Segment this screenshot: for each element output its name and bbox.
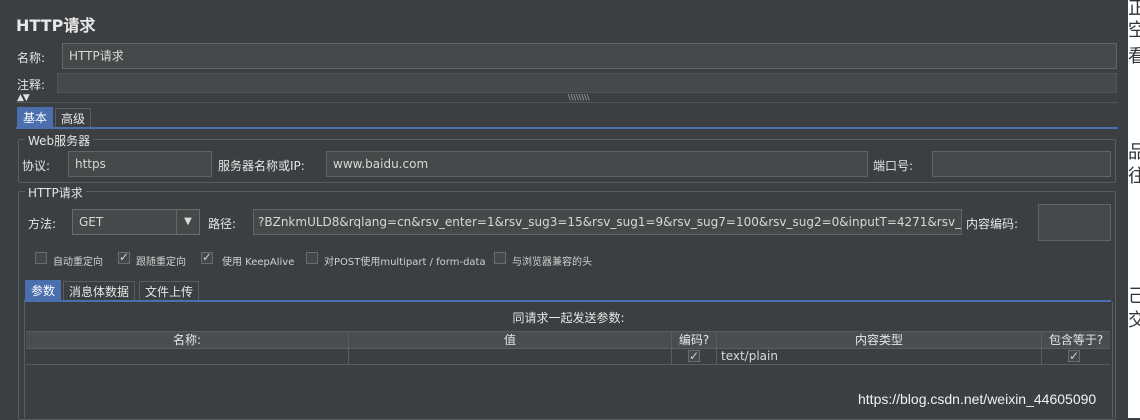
- cell-encode: [672, 348, 717, 364]
- encoding-label: 内容编码:: [966, 217, 1019, 231]
- col-header-name[interactable]: 名称:: [26, 332, 349, 348]
- auto-redirect-checkbox[interactable]: [35, 252, 47, 264]
- encode-checkbox[interactable]: [688, 348, 700, 364]
- side-glyph: 空: [1128, 20, 1140, 41]
- server-label: 服务器名称或IP:: [218, 159, 305, 173]
- tab-parameters[interactable]: 参数: [25, 280, 62, 301]
- tab-body-data[interactable]: 消息体数据: [63, 281, 136, 302]
- cell-content-type[interactable]: text/plain: [717, 348, 1042, 364]
- watermark-text: https://blog.csdn.net/weixin_44605090: [858, 391, 1097, 407]
- browser-headers-checkbox[interactable]: [494, 252, 506, 264]
- name-input[interactable]: HTTP请求: [62, 43, 1117, 69]
- comment-label: 注释:: [17, 78, 46, 92]
- protocol-input[interactable]: https: [68, 151, 212, 177]
- params-caption: 同请求一起发送参数:: [512, 311, 625, 325]
- multipart-checkbox[interactable]: [306, 252, 318, 264]
- tab-file-upload[interactable]: 文件上传: [139, 281, 200, 302]
- browser-headers-label: 与浏览器兼容的头: [512, 257, 592, 268]
- include-equals-checkbox[interactable]: [1068, 348, 1080, 364]
- path-label: 路径:: [208, 217, 237, 231]
- multipart-label: 对POST使用multipart / form-data: [324, 257, 486, 268]
- table-row[interactable]: text/plain: [26, 348, 1110, 365]
- side-glyph: 往: [1128, 166, 1140, 187]
- tab-basic[interactable]: 基本: [17, 107, 54, 128]
- side-glyph: 交: [1128, 310, 1140, 331]
- encoding-input[interactable]: [1038, 204, 1111, 241]
- panel-title: HTTP请求: [16, 16, 96, 35]
- method-label: 方法:: [28, 217, 57, 231]
- chevron-down-icon[interactable]: ▼: [176, 210, 199, 234]
- col-header-value[interactable]: 值: [349, 332, 672, 348]
- params-table-header: 名称: 值 编码? 内容类型 包含等于?: [26, 331, 1110, 349]
- name-label: 名称:: [17, 51, 46, 65]
- side-glyph: 己: [1128, 286, 1140, 307]
- cell-include-equals: [1042, 348, 1110, 364]
- auto-redirect-label: 自动重定向: [53, 257, 103, 268]
- side-glyph: 看: [1128, 46, 1140, 67]
- method-value: GET: [79, 215, 104, 229]
- keepalive-checkbox[interactable]: [201, 250, 213, 264]
- path-input[interactable]: ?BZnkmULD8&rqlang=cn&rsv_enter=1&rsv_sug…: [253, 209, 962, 235]
- keepalive-label: 使用 KeepAlive: [222, 257, 295, 268]
- col-header-content-type[interactable]: 内容类型: [717, 332, 1042, 348]
- cell-value[interactable]: [349, 348, 672, 364]
- comment-input[interactable]: [57, 73, 1117, 93]
- splitter-handle-icon[interactable]: \\\\\\\\: [568, 93, 590, 102]
- col-header-encode[interactable]: 编码?: [672, 332, 717, 348]
- follow-redirect-label: 跟随重定向: [136, 257, 186, 268]
- follow-redirect-checkbox[interactable]: [118, 250, 130, 264]
- col-header-include-equals[interactable]: 包含等于?: [1042, 332, 1110, 348]
- port-label: 端口号:: [873, 159, 914, 173]
- server-input[interactable]: www.baidu.com: [326, 151, 868, 177]
- method-select[interactable]: GET ▼: [72, 209, 200, 235]
- tab-advanced[interactable]: 高级: [55, 108, 92, 129]
- port-input[interactable]: [932, 151, 1111, 177]
- web-server-title: Web服务器: [25, 132, 94, 149]
- side-glyph: 品: [1128, 142, 1140, 163]
- http-request-title: HTTP请求: [25, 184, 86, 201]
- background-window-strip: 正 空 看 品 往 己 交: [1128, 0, 1140, 418]
- cell-name[interactable]: [26, 348, 349, 364]
- protocol-label: 协议:: [22, 159, 51, 173]
